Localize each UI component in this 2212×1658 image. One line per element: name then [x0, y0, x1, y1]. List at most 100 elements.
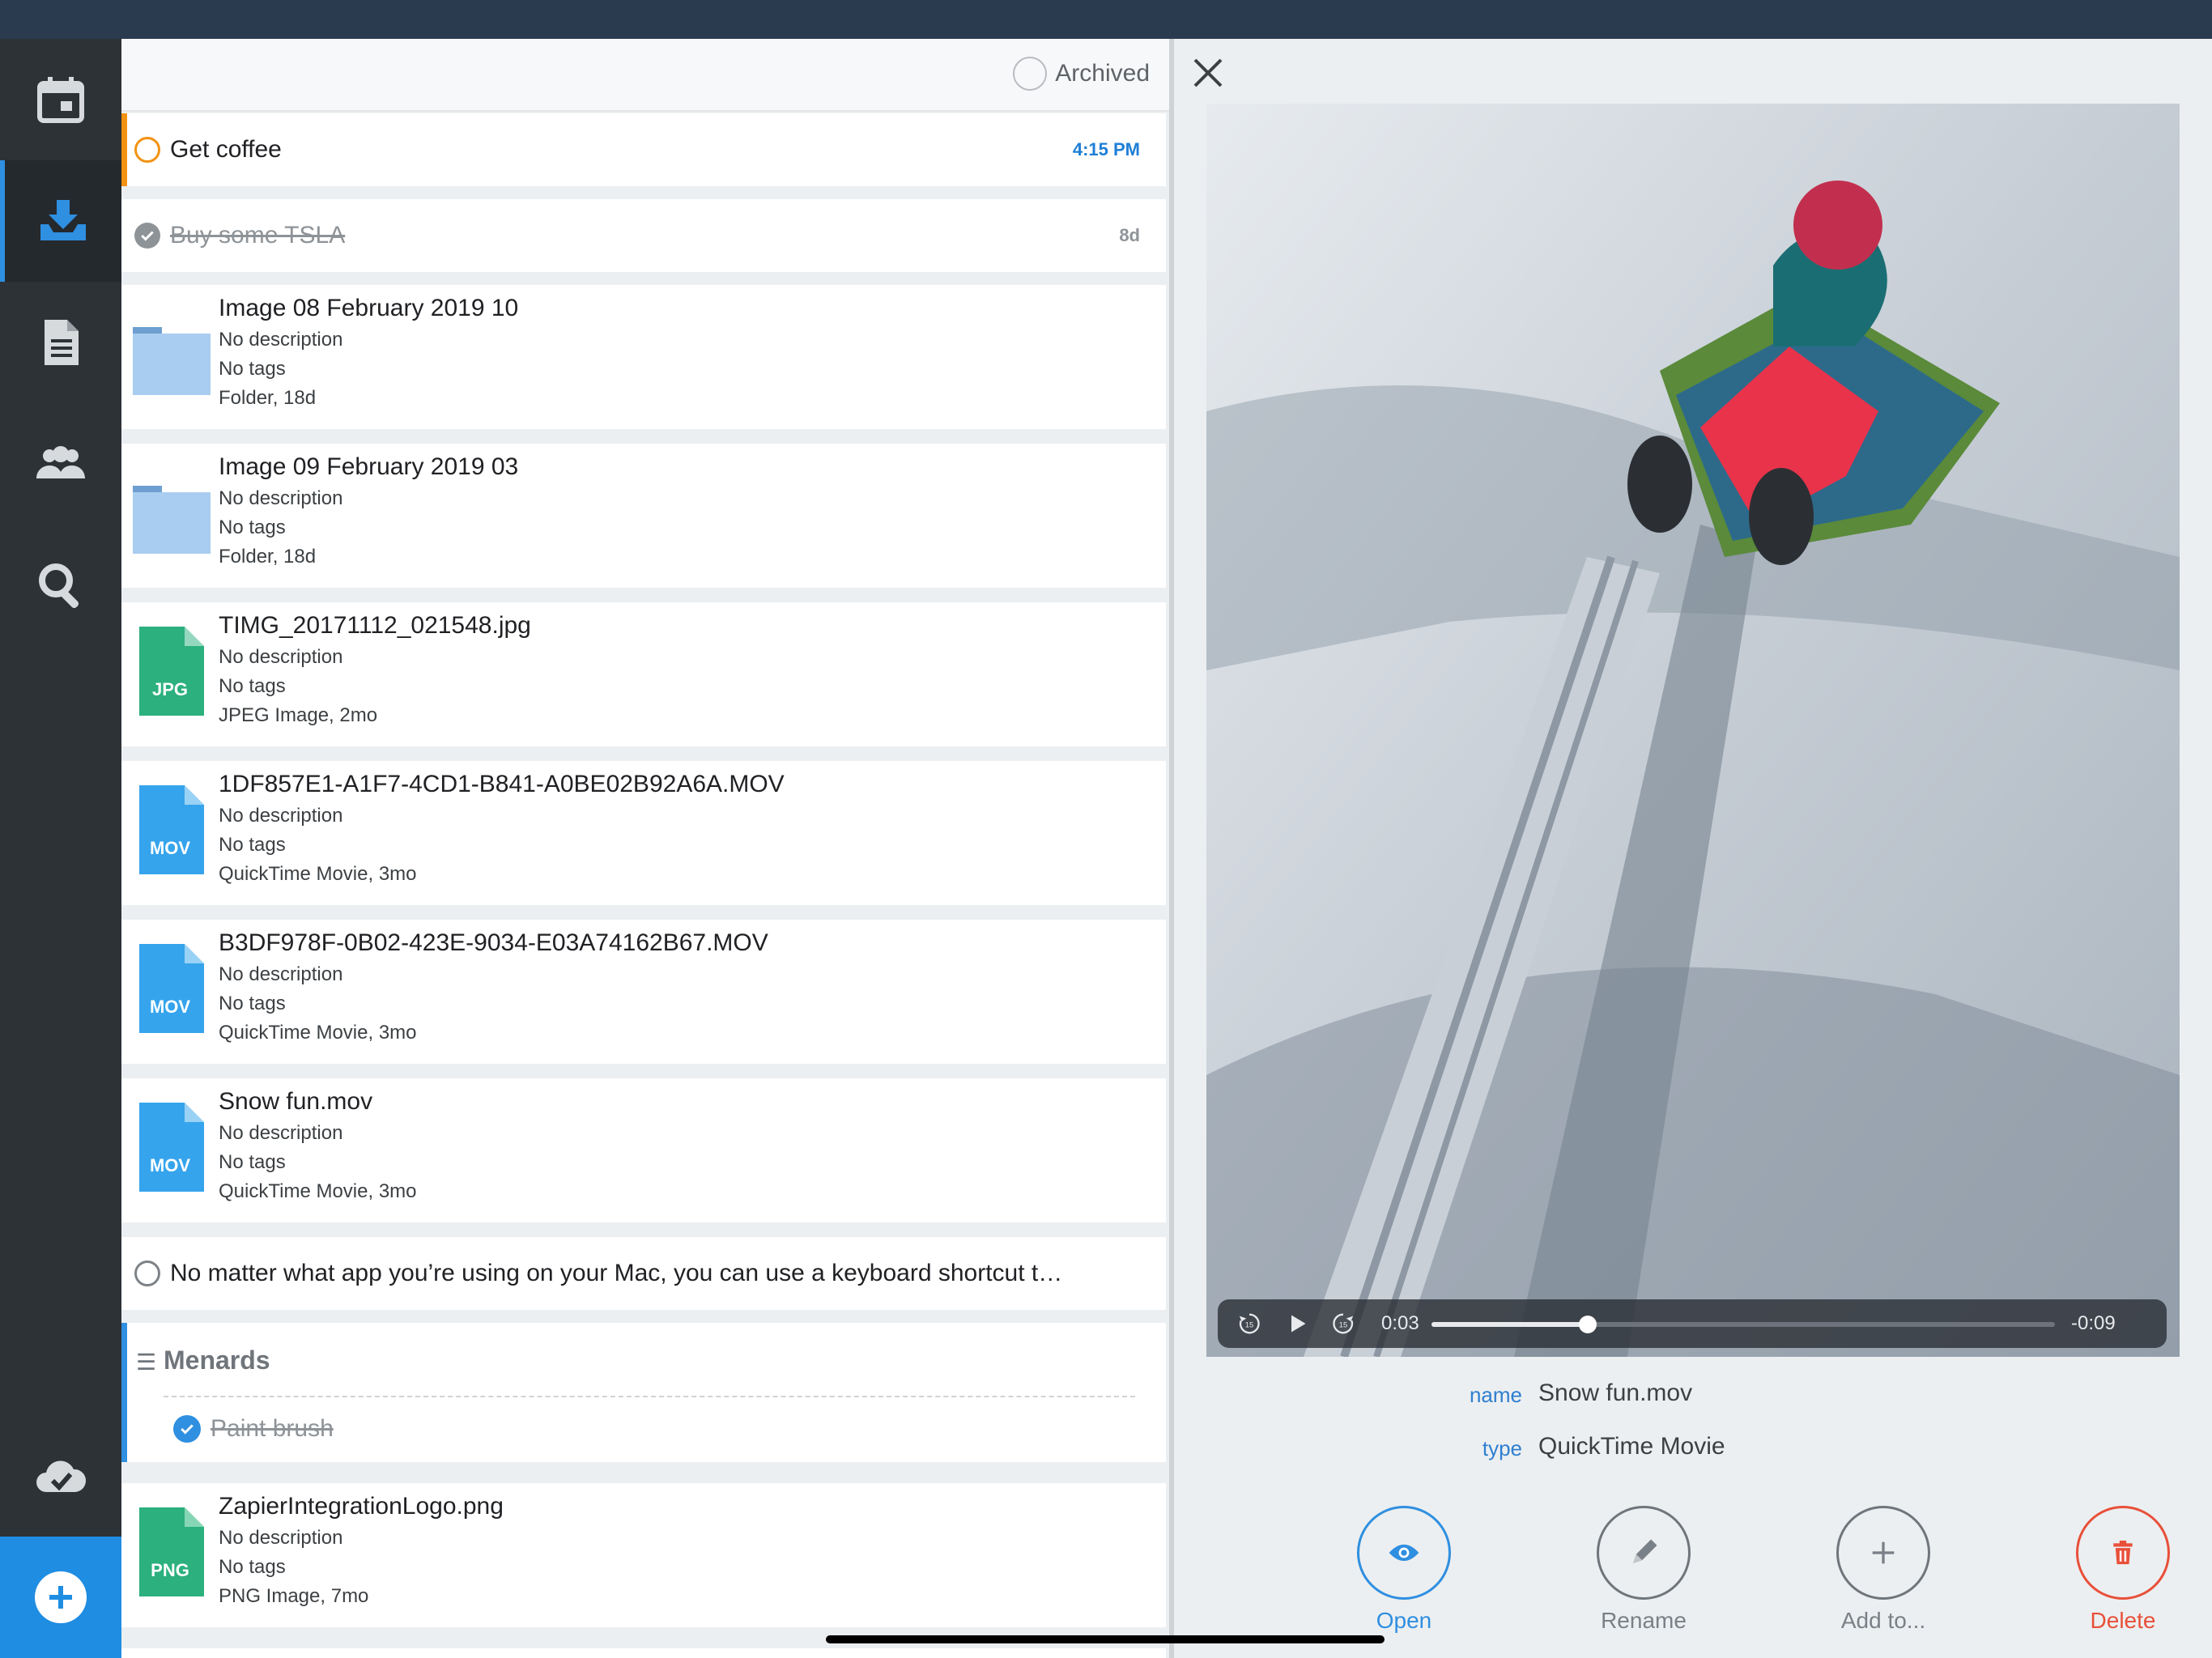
folder-icon — [131, 309, 212, 398]
skip-forward-icon[interactable]: 15 — [1331, 1299, 1355, 1348]
eye-icon — [1357, 1506, 1451, 1600]
add-to-label: Add to... — [1840, 1608, 1926, 1633]
file-row-zapier[interactable]: PNG ZapierIntegrationLogo.png No descrip… — [121, 1483, 1166, 1627]
file-tags: No tags — [219, 993, 286, 1014]
file-tags: No tags — [219, 358, 286, 380]
elapsed-time: 0:03 — [1381, 1312, 1419, 1334]
scrubber-fill — [1431, 1322, 1588, 1327]
rename-button[interactable]: Rename — [1563, 1506, 1725, 1634]
file-name: TIMG_20171112_021548.jpg — [219, 612, 531, 639]
svg-text:15: 15 — [1245, 1321, 1253, 1329]
file-info: QuickTime Movie, 3mo — [219, 1022, 417, 1044]
file-description: No description — [219, 646, 343, 668]
sidebar-item-sync[interactable] — [0, 1415, 121, 1537]
property-value-type: QuickTime Movie — [1538, 1433, 1725, 1460]
svg-text:15: 15 — [1339, 1321, 1347, 1329]
file-description: No description — [219, 1527, 343, 1549]
archived-radio-icon — [1013, 57, 1048, 91]
task-title: Buy some TSLA — [170, 222, 346, 249]
file-description: No description — [219, 805, 343, 827]
file-description: No description — [219, 1122, 343, 1144]
group-divider — [164, 1396, 1135, 1397]
play-icon[interactable] — [1286, 1299, 1308, 1348]
open-label: Open — [1376, 1608, 1432, 1633]
svg-text:MOV: MOV — [150, 1155, 190, 1175]
video-controls: 15 15 0:03 -0:09 — [1218, 1299, 2167, 1348]
mov-file-icon: MOV — [131, 1103, 212, 1192]
file-name: ZapierIntegrationLogo.png — [219, 1493, 504, 1520]
file-tags: No tags — [219, 517, 286, 538]
task-checked-icon[interactable] — [134, 223, 160, 249]
file-info: QuickTime Movie, 3mo — [219, 1180, 417, 1202]
svg-text:MOV: MOV — [150, 838, 190, 858]
png-file-icon: PNG — [131, 1507, 212, 1596]
video-scrubber[interactable] — [1431, 1316, 2055, 1333]
sidebar-item-inbox[interactable] — [0, 160, 121, 282]
mov-file-icon: MOV — [131, 785, 212, 874]
item-checked-icon[interactable] — [173, 1415, 201, 1443]
sidebar-item-calendar[interactable] — [0, 39, 121, 160]
close-icon[interactable] — [1189, 53, 1227, 92]
skip-back-icon[interactable]: 15 — [1237, 1299, 1261, 1348]
scrubber-knob[interactable] — [1578, 1316, 1597, 1333]
file-description: No description — [219, 329, 343, 351]
task-row-get-coffee[interactable]: Get coffee 4:15 PM — [121, 113, 1166, 186]
list-header: Archived — [121, 39, 1169, 112]
file-tags: No tags — [219, 834, 286, 856]
property-type: type QuickTime Movie — [1174, 1433, 2212, 1465]
svg-text:PNG: PNG — [151, 1560, 189, 1580]
plus-icon — [1836, 1506, 1930, 1600]
list-item-partial — [121, 1648, 1166, 1658]
people-icon — [36, 446, 85, 478]
archived-toggle[interactable]: Archived — [1013, 57, 1150, 91]
task-due-time: 4:15 PM — [1072, 139, 1140, 159]
file-info: QuickTime Movie, 3mo — [219, 863, 417, 885]
document-icon — [45, 320, 79, 365]
task-row-keyboard-shortcut[interactable]: No matter what app you’re using on your … — [121, 1237, 1166, 1310]
list-icon: ☰ — [136, 1350, 157, 1375]
sidebar-item-notes[interactable] — [0, 282, 121, 403]
property-value-name: Snow fun.mov — [1538, 1380, 1693, 1406]
file-info: Folder, 18d — [219, 387, 317, 409]
archived-label: Archived — [1055, 60, 1150, 87]
file-name: Image 09 February 2019 03 — [219, 453, 519, 480]
file-row[interactable]: Image 09 February 2019 03 No description N… — [121, 444, 1166, 588]
file-row[interactable]: Image 08 February 2019 10 No description N… — [121, 285, 1166, 429]
task-row-buy-tsla[interactable]: Buy some TSLA 8d — [121, 199, 1166, 272]
video-frame-snow — [1206, 104, 2180, 1357]
task-title: No matter what app you’re using on your … — [170, 1260, 1063, 1286]
file-name: Snow fun.mov — [219, 1088, 373, 1115]
folder-icon — [131, 468, 212, 557]
search-icon — [39, 563, 79, 609]
sidebar-item-search[interactable] — [0, 525, 121, 646]
file-info: Folder, 18d — [219, 546, 317, 568]
file-row[interactable]: MOV B3DF978F-0B02-423E-9034-E03A74162B67.… — [121, 920, 1166, 1064]
add-to-button[interactable]: Add to... — [1802, 1506, 1964, 1634]
file-row[interactable]: MOV 1DF857E1-A1F7-4CD1-B841-A0BE02B92A6A.… — [121, 761, 1166, 905]
open-button[interactable]: Open — [1323, 1506, 1485, 1634]
file-tags: No tags — [219, 1151, 286, 1173]
item-list: Archived Get coffee 4:15 PM Buy some TSL… — [121, 39, 1169, 1658]
list-group-menards[interactable]: ☰ Menards Paint brush — [121, 1323, 1166, 1462]
delete-button[interactable]: Delete — [2042, 1506, 2204, 1634]
group-bar — [121, 1323, 127, 1462]
file-row[interactable]: MOV Snow fun.mov No description No tags Quic… — [121, 1078, 1166, 1222]
task-checkbox[interactable] — [134, 137, 160, 163]
task-title: Get coffee — [170, 136, 282, 163]
file-name: Image 08 February 2019 10 — [219, 295, 519, 321]
detail-pane: 15 15 0:03 -0:09 name Snow fun.mov type … — [1174, 39, 2212, 1658]
inbox-download-icon — [40, 200, 86, 240]
file-row[interactable]: JPG TIMG_20171112_021548.jpg No descriptio… — [121, 602, 1166, 746]
svg-text:JPG: JPG — [152, 679, 188, 699]
home-indicator — [826, 1635, 1385, 1643]
video-player[interactable]: 15 15 0:03 -0:09 — [1206, 104, 2180, 1357]
delete-label: Delete — [2090, 1608, 2156, 1633]
file-tags: No tags — [219, 675, 286, 697]
rename-label: Rename — [1601, 1608, 1687, 1633]
status-bar — [0, 0, 2212, 39]
jpg-file-icon: JPG — [131, 627, 212, 716]
sidebar-item-people[interactable] — [0, 403, 121, 525]
file-info: PNG Image, 7mo — [219, 1585, 369, 1607]
add-button[interactable] — [0, 1537, 121, 1658]
task-checkbox[interactable] — [134, 1261, 160, 1286]
